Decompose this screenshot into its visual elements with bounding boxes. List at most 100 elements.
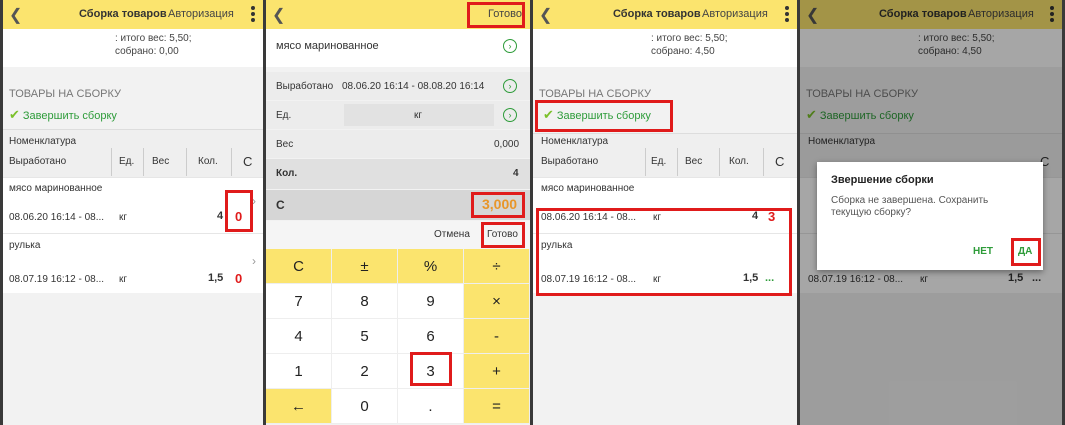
key-four[interactable]: 4 xyxy=(266,319,332,354)
calc-produced-value: 08.06.20 16:14 - 08.08.20 16:14 xyxy=(342,81,485,92)
item-name: мясо маринованное xyxy=(9,183,103,194)
unit-row[interactable]: Ед. кг › xyxy=(266,101,530,129)
header-title: Сборка товаров xyxy=(613,8,701,20)
section-title: ТОВАРЫ НА СБОРКУ xyxy=(539,88,652,100)
highlight-box xyxy=(535,100,673,132)
item-collected: 0 xyxy=(235,271,243,286)
calc-produced-label: Выработано xyxy=(276,81,334,92)
app-header: ❮ Сборка товаров Авторизация xyxy=(533,0,797,29)
key-two[interactable]: 2 xyxy=(332,354,398,389)
key-one[interactable]: 1 xyxy=(266,354,332,389)
highlight-box xyxy=(467,2,525,28)
check-icon: ✔ xyxy=(9,107,20,122)
back-icon[interactable]: ❮ xyxy=(9,5,22,25)
key-zero[interactable]: 0 xyxy=(332,389,398,424)
col-produced: Выработано xyxy=(9,156,67,167)
confirm-dialog: Звершение сборки Сборка не завершена. Со… xyxy=(817,162,1043,270)
list-item[interactable]: рулька 08.07.19 16:12 - 08... кг 1,5 0 › xyxy=(3,233,263,293)
key-five[interactable]: 5 xyxy=(332,319,398,354)
key-minus[interactable]: - xyxy=(464,319,530,354)
calc-unit-value: кг xyxy=(414,110,423,121)
highlight-box xyxy=(410,352,452,386)
table-header: Номенклатура Выработано Ед. Вес Кол. С xyxy=(3,129,263,177)
section-title: ТОВАРЫ НА СБОРКУ xyxy=(9,88,122,100)
finish-button[interactable]: ✔ Завершить сборку xyxy=(9,107,117,123)
screen-calculator: ❮ Готово мясо маринованное › Выработано … xyxy=(266,0,530,425)
key-backspace[interactable]: ← xyxy=(266,389,332,424)
qty-row: Кол. 4 xyxy=(266,159,530,189)
screen-assembly-list: ❮ Сборка товаров Авторизация : итого вес… xyxy=(3,0,263,425)
screen-finish-dialog: ❮ Сборка товаров Авторизация : итого вес… xyxy=(800,0,1062,425)
produced-row[interactable]: Выработано 08.06.20 16:14 - 08.08.20 16:… xyxy=(266,72,530,100)
item-name: рулька xyxy=(9,240,41,251)
back-icon[interactable]: ❮ xyxy=(272,5,285,25)
auth-link[interactable]: Авторизация xyxy=(168,8,234,20)
more-vert-icon[interactable] xyxy=(785,6,789,24)
back-icon[interactable]: ❮ xyxy=(539,5,552,25)
col-nomenclature: Номенклатура xyxy=(541,136,609,147)
key-seven[interactable]: 7 xyxy=(266,284,332,319)
key-six[interactable]: 6 xyxy=(398,319,464,354)
calc-qty-value: 4 xyxy=(513,168,519,179)
no-button[interactable]: НЕТ xyxy=(973,246,993,257)
dialog-title: Звершение сборки xyxy=(831,174,934,186)
highlight-box xyxy=(1011,238,1041,266)
summary-collected: собрано: 4,50 xyxy=(651,46,715,57)
key-multiply[interactable]: × xyxy=(464,284,530,319)
key-clear[interactable]: С xyxy=(266,249,332,284)
app-header: ❮ Сборка товаров Авторизация xyxy=(3,0,263,29)
col-nomenclature: Номенклатура xyxy=(9,136,77,147)
auth-link[interactable]: Авторизация xyxy=(702,8,768,20)
col-unit: Ед. xyxy=(651,156,667,167)
item-qty: 4 xyxy=(217,210,224,222)
col-weight: Вес xyxy=(685,156,703,167)
chevron-right-circle-icon[interactable]: › xyxy=(503,39,517,53)
calc-c-label: С xyxy=(276,198,285,212)
calc-product: мясо маринованное xyxy=(276,40,379,52)
calc-unit-label: Ед. xyxy=(276,110,292,121)
header-title: Сборка товаров xyxy=(79,8,167,20)
col-c: С xyxy=(775,154,785,169)
col-unit: Ед. xyxy=(119,156,135,167)
chevron-right-circle-icon[interactable]: › xyxy=(503,79,517,93)
item-period: 08.07.19 16:12 - 08... xyxy=(9,274,105,285)
chevron-right-icon: › xyxy=(252,254,256,268)
item-qty: 1,5 xyxy=(208,272,224,284)
summary-weight: : итого вес: 5,50; xyxy=(651,33,728,44)
finish-label: Завершить сборку xyxy=(22,110,117,122)
more-vert-icon[interactable] xyxy=(251,6,255,24)
summary: : итого вес: 5,50; собрано: 4,50 xyxy=(533,29,797,67)
col-c: С xyxy=(243,154,253,169)
calc-weight-label: Вес xyxy=(276,139,294,150)
highlight-box xyxy=(225,190,253,232)
highlight-box xyxy=(536,208,792,296)
key-decimal[interactable]: . xyxy=(398,389,464,424)
weight-row: Вес 0,000 xyxy=(266,130,530,158)
item-unit: кг xyxy=(119,274,128,285)
chevron-right-circle-icon[interactable]: › xyxy=(503,108,517,122)
col-qty: Кол. xyxy=(198,156,218,167)
summary-weight: : итого вес: 5,50; xyxy=(115,33,192,44)
key-nine[interactable]: 9 xyxy=(398,284,464,319)
table-header: Номенклатура Выработано Ед. Вес Кол. С xyxy=(533,133,797,181)
list-item[interactable]: мясо маринованное 08.06.20 16:14 - 08...… xyxy=(3,177,263,233)
key-percent[interactable]: % xyxy=(398,249,464,284)
summary-collected: собрано: 0,00 xyxy=(115,46,179,57)
key-plus-minus[interactable]: ± xyxy=(332,249,398,284)
highlight-box xyxy=(471,192,525,218)
col-qty: Кол. xyxy=(729,156,749,167)
key-eight[interactable]: 8 xyxy=(332,284,398,319)
keypad: С ±% ÷ 7 8 9 × 4 5 6-1 2 3 + ← 0. = xyxy=(266,249,530,425)
item-period: 08.06.20 16:14 - 08... xyxy=(9,212,105,223)
key-divide[interactable]: ÷ xyxy=(464,249,530,284)
screen-assembly-list-updated: ❮ Сборка товаров Авторизация : итого вес… xyxy=(533,0,797,425)
item-unit: кг xyxy=(119,212,128,223)
dialog-message: Сборка не завершена. Сохранить текущую с… xyxy=(831,195,989,218)
highlight-box xyxy=(481,222,525,248)
key-plus[interactable]: + xyxy=(464,354,530,389)
cancel-button[interactable]: Отмена xyxy=(434,229,470,240)
calc-weight-value: 0,000 xyxy=(494,139,520,150)
key-equals[interactable]: = xyxy=(464,389,530,424)
col-produced: Выработано xyxy=(541,156,599,167)
product-row[interactable]: мясо маринованное › xyxy=(266,29,530,67)
